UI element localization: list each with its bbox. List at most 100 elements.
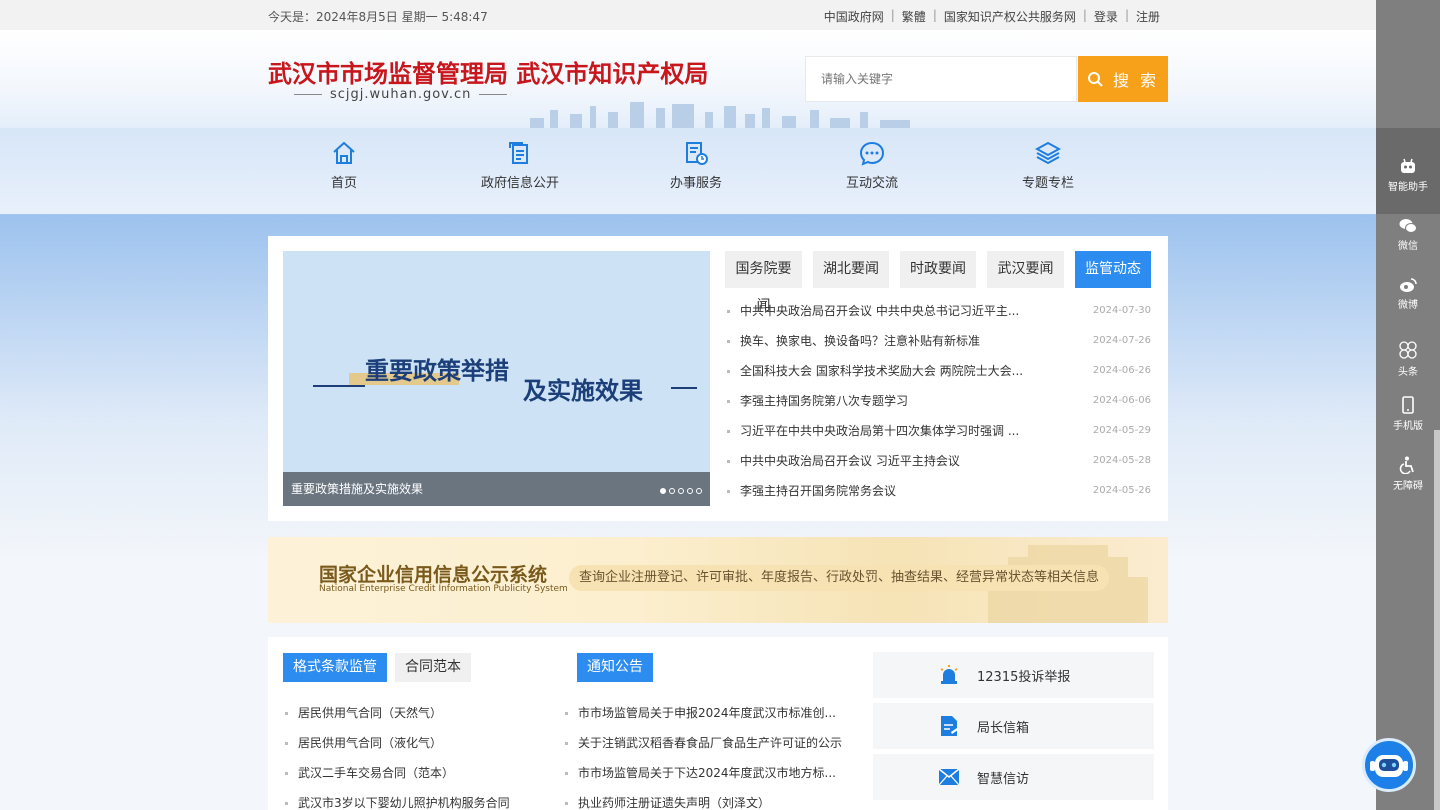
wechat-icon [1399,219,1417,233]
list-item[interactable]: 居民供用气合同（天然气） [283,698,510,728]
nav-item-gov-info[interactable]: 政府信息公开 [460,140,580,191]
banner-title: 国家企业信用信息公示系统 [319,564,548,586]
site-title[interactable]: 武汉市市场监督管理局 武汉市知识产权局 [268,54,708,89]
list-item[interactable]: 市市场监管局关于下达2024年度武汉市地方标... [563,758,842,788]
service-12315[interactable]: 12315投诉举报 [873,652,1154,698]
tab-wuhan[interactable]: 武汉要闻 [987,251,1064,288]
sidebar-item-mobile[interactable]: 手机版 [1376,396,1440,432]
list-item[interactable]: 关于注销武汉稻香春食品厂食品生产许可证的公示 [563,728,842,758]
service-label: 局长信箱 [977,720,1030,736]
list-item[interactable]: 武汉二手车交易合同（范本） [283,758,510,788]
link-gov-cn[interactable]: 中国政府网 [824,8,884,25]
tab-supervision[interactable]: 监管动态 [1075,251,1151,288]
nav-item-label: 专题专栏 [1021,176,1074,191]
document-icon [509,142,528,164]
list-item[interactable]: 换车、换家电、换设备吗？注意补贴有新标准 2024-07-26 [725,326,1153,356]
carousel[interactable]: 重要政策举措 及实施效果 重要政策措施及实施效果 [283,251,710,506]
sidebar-item-wechat[interactable]: 微信 [1376,218,1440,252]
top-links: 中国政府网 | 繁體 | 国家知识产权公共服务网 | 登录 | 注册 [823,8,1160,25]
mail-icon [939,769,959,785]
notice-tabs: 通知公告 [577,653,653,682]
list-item[interactable]: 武汉市3岁以下婴幼儿照护机构服务合同 [283,788,510,810]
toutiao-icon [1399,341,1417,359]
nav-item-topics[interactable]: 专题专栏 [988,140,1108,191]
search-button[interactable]: 搜 索 [1078,56,1168,102]
sidebar-item-weibo[interactable]: 微博 [1376,277,1440,311]
list-item[interactable]: 习近平在中共中央政治局第十四次集体学习时强调 ... 2024-05-29 [725,416,1153,446]
date-display: 今天是：2024年8月5日 星期一 5:48:47 [268,10,488,24]
main-nav: 首页 政府信息公开 办事服务 互动交流 专题专栏 [0,128,1376,214]
tab-hubei[interactable]: 湖北要闻 [813,251,889,288]
search-input[interactable] [805,56,1077,102]
list-item[interactable]: 李强主持国务院第八次专题学习 2024-06-06 [725,386,1153,416]
carousel-dot[interactable] [660,488,666,494]
list-item[interactable]: 李强主持召开国务院常务会议 2024-05-26 [725,476,1153,506]
list-item[interactable]: 全国科技大会 国家科学技术奖励大会 两院院士大会... 2024-06-26 [725,356,1153,386]
scrollbar[interactable] [1434,430,1440,810]
nav-item-label: 首页 [330,176,357,191]
nav-item-interaction[interactable]: 互动交流 [812,140,932,191]
nav-item-label: 政府信息公开 [480,176,559,191]
slide-headline-2: 及实施效果 [523,376,643,405]
home-icon [333,141,355,164]
slide-caption[interactable]: 重要政策措施及实施效果 [283,472,710,506]
list-item[interactable]: 中共中央政治局召开会议 中共中央总书记习近平主... 2024-07-30 [725,296,1153,326]
chat-assistant-button[interactable] [1362,738,1416,792]
list-item[interactable]: 居民供用气合同（液化气） [283,728,510,758]
tab-politics[interactable]: 时政要闻 [900,251,976,288]
weibo-icon [1400,278,1417,292]
accessibility-icon [1399,456,1414,474]
credit-system-banner[interactable]: 国家企业信用信息公示系统 National Enterprise Credit … [268,537,1168,623]
service-petition[interactable]: 智慧信访 [873,754,1154,800]
chat-icon [859,141,885,166]
service-icon [686,142,708,165]
robot-icon [1401,158,1415,173]
top-bar: 今天是：2024年8月5日 星期一 5:48:47 中国政府网 | 繁體 | 国… [0,0,1376,30]
slide-headline-1: 重要政策举措 [365,356,509,385]
site-header: 武汉市市场监督管理局 武汉市知识产权局 scjgj.wuhan.gov.cn 搜… [0,30,1376,128]
service-director-mailbox[interactable]: 局长信箱 [873,703,1154,749]
robot-icon [1370,755,1408,777]
link-login[interactable]: 登录 [1094,8,1118,25]
service-label: 智慧信访 [977,771,1030,787]
link-traditional[interactable]: 繁體 [902,8,926,25]
link-ip-service[interactable]: 国家知识产权公共服务网 [944,8,1076,25]
tab-state-council[interactable]: 国务院要闻 [725,251,802,314]
nav-item-label: 互动交流 [845,176,898,191]
banner-subtitle: National Enterprise Credit Information P… [319,584,568,594]
nav-item-home[interactable]: 首页 [284,140,404,191]
skyline-decoration [530,102,910,128]
notice-list: 市市场监管局关于申报2024年度武汉市标准创... 关于注销武汉稻香春食品厂食品… [563,698,842,810]
search-button-label: 搜 索 [1112,71,1160,90]
nav-item-service[interactable]: 办事服务 [636,140,756,191]
news-panel: 重要政策举措 及实施效果 重要政策措施及实施效果 国务院要闻 湖北要闻 时政要闻… [268,236,1168,521]
right-sidebar: 智能助手 微信 微博 头条 手机版 无障碍 [1376,0,1440,810]
alarm-icon [940,665,958,684]
sidebar-item-accessibility[interactable]: 无障碍 [1376,456,1440,492]
news-list: 中共中央政治局召开会议 中共中央总书记习近平主... 2024-07-30 换车、… [725,296,1153,506]
carousel-dots [660,488,702,494]
mobile-icon [1402,396,1414,414]
carousel-dot[interactable] [678,488,684,494]
site-domain: scjgj.wuhan.gov.cn [286,87,515,102]
layers-icon [1035,141,1061,165]
news-tabs: 国务院要闻 湖北要闻 时政要闻 武汉要闻 监管动态 [725,251,1151,314]
sidebar-item-toutiao[interactable]: 头条 [1376,340,1440,378]
list-item[interactable]: 执业药师注册证遗失声明（刘泽文） [563,788,842,810]
carousel-dot[interactable] [687,488,693,494]
tab-notice[interactable]: 通知公告 [577,653,653,682]
banner-description: 查询企业注册登记、许可审批、年度报告、行政处罚、抽查结果、经营异常状态等相关信息 [569,565,1110,591]
link-register[interactable]: 注册 [1136,8,1160,25]
tab-contract-template[interactable]: 合同范本 [395,653,471,682]
carousel-dot[interactable] [696,488,702,494]
list-item[interactable]: 中共中央政治局召开会议 习近平主持会议 2024-05-28 [725,446,1153,476]
letter-icon [941,716,958,736]
tab-format-clause[interactable]: 格式条款监管 [283,653,387,682]
nav-item-label: 办事服务 [669,176,722,191]
contract-tabs: 格式条款监管 合同范本 [283,653,471,682]
search-icon [1087,72,1103,87]
list-item[interactable]: 市市场监管局关于申报2024年度武汉市标准创... [563,698,842,728]
lower-section: 格式条款监管 合同范本 居民供用气合同（天然气） 居民供用气合同（液化气） 武汉… [268,637,1168,810]
sidebar-item-assistant[interactable]: 智能助手 [1376,157,1440,193]
carousel-dot[interactable] [669,488,675,494]
